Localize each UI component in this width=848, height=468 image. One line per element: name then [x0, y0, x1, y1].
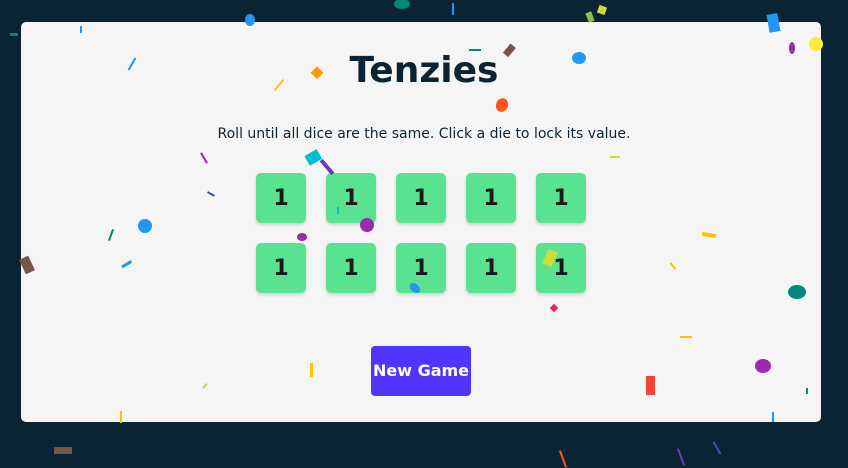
- game-title: Tenzies: [349, 50, 499, 91]
- die-2[interactable]: 1: [326, 173, 376, 223]
- die-8[interactable]: 1: [396, 243, 446, 293]
- die-6[interactable]: 1: [256, 243, 306, 293]
- die-7[interactable]: 1: [326, 243, 376, 293]
- die-5[interactable]: 1: [536, 173, 586, 223]
- new-game-button[interactable]: New Game: [371, 346, 471, 396]
- die-3[interactable]: 1: [396, 173, 446, 223]
- game-instructions: Roll until all dice are the same. Click …: [217, 126, 631, 142]
- die-1[interactable]: 1: [256, 173, 306, 223]
- die-10[interactable]: 1: [536, 243, 586, 293]
- die-9[interactable]: 1: [466, 243, 516, 293]
- die-4[interactable]: 1: [466, 173, 516, 223]
